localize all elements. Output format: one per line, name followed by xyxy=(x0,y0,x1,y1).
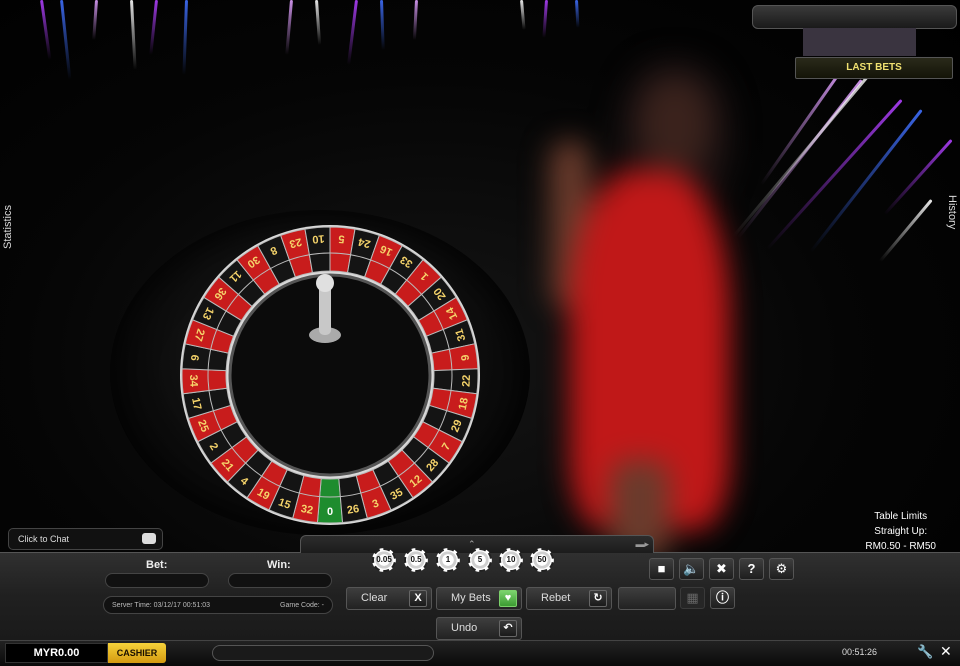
game-code: Game Code: - xyxy=(280,601,324,609)
table-limits-title: Table Limits xyxy=(874,511,928,522)
wheel-number: 18 xyxy=(457,397,471,412)
light-streak xyxy=(315,0,322,45)
sound-icon[interactable]: 🔈 xyxy=(679,558,704,580)
round-progress-bar xyxy=(212,645,434,661)
chip-1[interactable]: 1 xyxy=(436,548,460,572)
pin-icon[interactable]: ▬▸ xyxy=(635,539,649,550)
clock: 00:51:26 xyxy=(842,647,878,657)
last-bets-frame xyxy=(752,5,957,29)
light-streak xyxy=(182,0,188,76)
cashier-button[interactable]: CASHIER xyxy=(108,643,166,663)
wheel-number: 34 xyxy=(187,374,200,388)
wheel-number: 0 xyxy=(327,506,333,518)
double-bet-button-disabled[interactable] xyxy=(618,587,676,610)
undo-button-label: Undo xyxy=(451,622,478,634)
undo-button[interactable]: Undo ↶ xyxy=(436,617,522,640)
redo-arrow-icon: ↻ xyxy=(589,590,607,607)
wheel-number: 26 xyxy=(346,503,360,517)
server-info-bar: Server Time: 03/12/17 00:51:03 Game Code… xyxy=(103,596,333,614)
roulette-wheel: 0 32 15 19 4 21 2 25 17 34 6 27 13 36 11 30 8 23 10 5 24 16 33… xyxy=(110,190,530,535)
wheel-number: 10 xyxy=(312,232,325,245)
history-tab[interactable]: History xyxy=(946,195,958,229)
light-streak xyxy=(412,0,418,41)
clear-x-icon: X xyxy=(409,590,427,607)
info-icon[interactable]: ⓘ xyxy=(710,587,735,609)
chip-0.5[interactable]: 0.5 xyxy=(404,548,428,572)
light-streak xyxy=(60,0,72,80)
live-video-stage: 0 32 15 19 4 21 2 25 17 34 6 27 13 36 11 30 8 23 10 5 24 16 33… xyxy=(0,0,960,552)
last-bets-button[interactable]: LAST BETS xyxy=(795,57,953,79)
wheel-number: 5 xyxy=(338,232,345,244)
clear-button-label: Clear xyxy=(361,592,388,604)
chat-toggle-icon[interactable]: ■ xyxy=(649,558,674,580)
grid-icon[interactable]: ▦ xyxy=(680,587,705,609)
bet-amount-field xyxy=(105,573,209,588)
light-streak xyxy=(130,0,137,70)
light-streak xyxy=(92,0,98,41)
bet-label: Bet: xyxy=(146,559,168,571)
heart-icon: ♥ xyxy=(499,590,517,607)
close-icon[interactable]: ✕ xyxy=(940,643,952,660)
undo-arrow-icon: ↶ xyxy=(499,620,517,637)
last-bets-display xyxy=(803,28,916,56)
rebet-button-label: Rebet xyxy=(541,592,571,604)
chat-bubble-icon xyxy=(142,533,156,544)
light-streak xyxy=(40,0,52,60)
chip-10[interactable]: 10 xyxy=(499,548,523,572)
chip-5[interactable]: 5 xyxy=(468,548,492,572)
light-streak xyxy=(520,0,526,31)
clear-button[interactable]: Clear X xyxy=(346,587,432,610)
dealer-video xyxy=(530,20,800,552)
my-bets-button[interactable]: My Bets ♥ xyxy=(436,587,522,610)
my-bets-button-label: My Bets xyxy=(451,592,491,604)
chip-0.05[interactable]: 0.05 xyxy=(372,548,396,572)
rebet-button[interactable]: Rebet ↻ xyxy=(526,587,612,610)
wheel-turret xyxy=(319,285,331,335)
wrench-icon[interactable]: 🔧 xyxy=(917,644,933,660)
chip-50[interactable]: 50 xyxy=(530,548,554,572)
table-limits: Table Limits Straight Up: RM0.50 - RM50 xyxy=(865,509,936,554)
settings-gear-icon[interactable]: ⚙ xyxy=(769,558,794,580)
light-streak xyxy=(347,0,358,65)
fullscreen-icon[interactable]: ✖ xyxy=(709,558,734,580)
chat-input[interactable]: Click to Chat xyxy=(8,528,163,550)
win-label: Win: xyxy=(267,559,291,571)
wheel-number: 22 xyxy=(461,374,474,387)
wheel-number: 17 xyxy=(189,397,203,412)
wheel-face: 0321519421225173462713361130823 10 5 24 1633… xyxy=(180,225,480,525)
statistics-tab[interactable]: Statistics xyxy=(2,205,14,249)
light-streak xyxy=(883,138,953,216)
light-streak xyxy=(380,0,385,51)
light-streak xyxy=(149,0,158,55)
win-amount-field xyxy=(228,573,332,588)
server-time: Server Time: 03/12/17 00:51:03 xyxy=(112,601,211,609)
table-limits-subtitle: Straight Up: xyxy=(874,526,928,537)
help-icon[interactable]: ? xyxy=(739,558,764,580)
chat-placeholder: Click to Chat xyxy=(18,534,70,544)
light-streak xyxy=(285,0,293,55)
wheel-number: 32 xyxy=(300,503,314,517)
balance-display: MYR0.00 xyxy=(5,643,108,663)
dealer-head xyxy=(640,80,710,170)
wheel-turret-knob xyxy=(316,274,334,292)
